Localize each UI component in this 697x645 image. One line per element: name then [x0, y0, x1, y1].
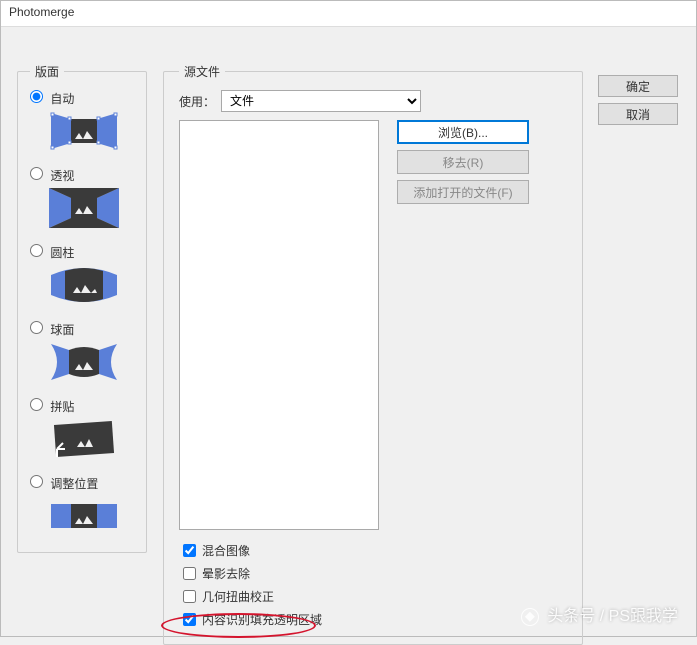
source-fieldset: 源文件 使用： 文件 浏览(B)... 移去(R) 添加打开的文件(F) 混合 [163, 63, 583, 645]
checkbox-geometric[interactable] [183, 590, 196, 603]
layout-icon-perspective [30, 188, 138, 228]
use-select[interactable]: 文件 [221, 90, 421, 112]
use-row: 使用： 文件 [179, 90, 567, 112]
layout-icon-auto [30, 111, 138, 151]
layout-legend: 版面 [30, 63, 64, 80]
perspective-icon [49, 188, 119, 228]
check-blend[interactable]: 混合图像 [183, 542, 567, 559]
layout-option-auto[interactable]: 自动 [30, 90, 138, 107]
radio-label[interactable]: 球面 [50, 323, 74, 337]
radio-label[interactable]: 透视 [50, 169, 74, 183]
check-label[interactable]: 晕影去除 [202, 565, 250, 582]
check-label[interactable]: 内容识别填充透明区域 [202, 611, 322, 628]
browse-button[interactable]: 浏览(B)... [397, 120, 529, 144]
spherical-icon [49, 342, 119, 382]
radio-label[interactable]: 自动 [50, 92, 74, 106]
radio-auto[interactable] [30, 90, 43, 103]
layout-icon-reposition [30, 496, 138, 536]
check-label[interactable]: 混合图像 [202, 542, 250, 559]
file-listbox[interactable] [179, 120, 379, 530]
dialog-buttons: 确定 取消 [598, 75, 678, 125]
radio-label[interactable]: 拼贴 [50, 400, 74, 414]
cancel-button[interactable]: 取消 [598, 103, 678, 125]
check-vignette[interactable]: 晕影去除 [183, 565, 567, 582]
check-caf[interactable]: 内容识别填充透明区域 [183, 611, 567, 628]
radio-reposition[interactable] [30, 475, 43, 488]
layout-icon-collage [30, 419, 138, 459]
add-open-files-button[interactable]: 添加打开的文件(F) [397, 180, 529, 204]
radio-spherical[interactable] [30, 321, 43, 334]
radio-label[interactable]: 调整位置 [50, 477, 98, 491]
window-title: Photomerge [9, 5, 74, 19]
layout-fieldset: 版面 自动 透视 [17, 63, 147, 553]
radio-collage[interactable] [30, 398, 43, 411]
use-label: 使用： [179, 93, 221, 110]
titlebar: Photomerge [1, 1, 696, 27]
remove-button[interactable]: 移去(R) [397, 150, 529, 174]
source-buttons: 浏览(B)... 移去(R) 添加打开的文件(F) [397, 120, 529, 530]
radio-perspective[interactable] [30, 167, 43, 180]
checkbox-vignette[interactable] [183, 567, 196, 580]
layout-icon-spherical [30, 342, 138, 382]
layout-icon-cylindrical [30, 265, 138, 305]
source-legend: 源文件 [179, 63, 225, 80]
checkbox-blend[interactable] [183, 544, 196, 557]
options-checks: 混合图像 晕影去除 几何扭曲校正 内容识别填充透明区域 [179, 542, 567, 628]
file-area: 浏览(B)... 移去(R) 添加打开的文件(F) [179, 120, 567, 530]
collage-icon [49, 419, 119, 459]
check-geometric[interactable]: 几何扭曲校正 [183, 588, 567, 605]
layout-option-spherical[interactable]: 球面 [30, 321, 138, 338]
checkbox-caf[interactable] [183, 613, 196, 626]
layout-option-collage[interactable]: 拼贴 [30, 398, 138, 415]
layout-option-reposition[interactable]: 调整位置 [30, 475, 138, 492]
radio-cylindrical[interactable] [30, 244, 43, 257]
layout-option-perspective[interactable]: 透视 [30, 167, 138, 184]
radio-label[interactable]: 圆柱 [50, 246, 74, 260]
dialog-window: Photomerge 确定 取消 版面 自动 [0, 0, 697, 637]
cylindrical-icon [49, 265, 119, 305]
reposition-icon [49, 496, 119, 536]
check-label[interactable]: 几何扭曲校正 [202, 588, 274, 605]
ok-button[interactable]: 确定 [598, 75, 678, 97]
auto-icon [49, 111, 119, 151]
layout-option-cylindrical[interactable]: 圆柱 [30, 244, 138, 261]
content-area: 确定 取消 版面 自动 [1, 27, 696, 636]
